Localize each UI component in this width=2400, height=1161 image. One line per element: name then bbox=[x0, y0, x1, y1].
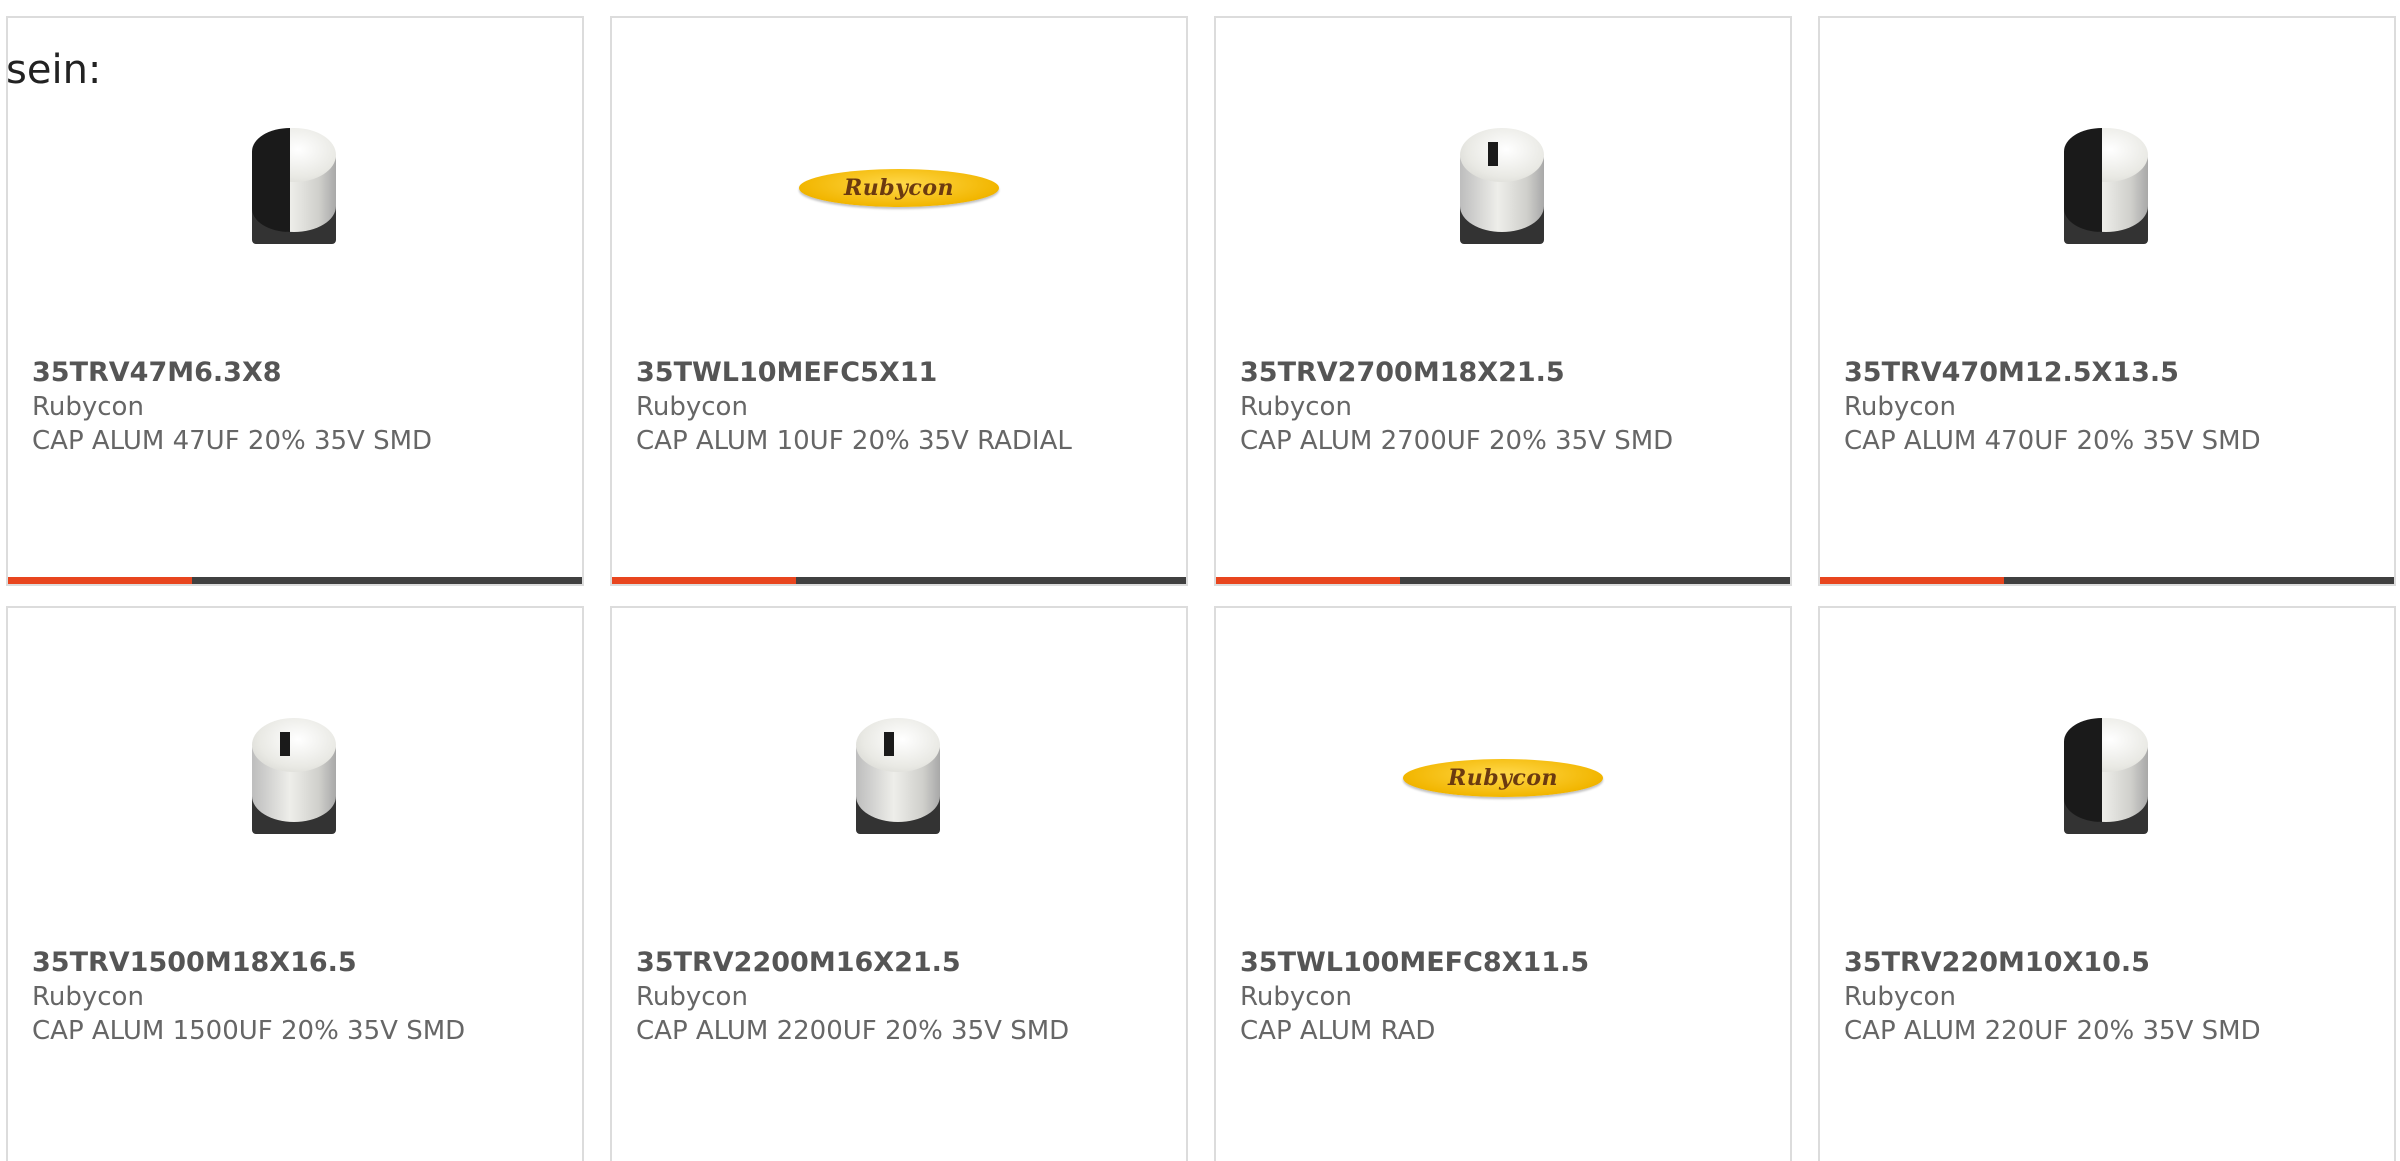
product-description: CAP ALUM 470UF 20% 35V SMD bbox=[1844, 426, 2261, 456]
manufacturer-label: Rubycon bbox=[1844, 982, 1956, 1012]
product-description: CAP ALUM 220UF 20% 35V SMD bbox=[1844, 1016, 2261, 1046]
part-number-link[interactable]: 35TRV470M12.5X13.5 bbox=[1844, 356, 2370, 390]
product-image[interactable] bbox=[1820, 88, 2394, 288]
card-progress-fill bbox=[1216, 577, 1400, 584]
product-image[interactable]: Rubycon bbox=[1216, 678, 1790, 878]
product-image[interactable] bbox=[8, 678, 582, 878]
manufacturer-label: Rubycon bbox=[636, 982, 748, 1012]
part-number-link[interactable]: 35TRV220M10X10.5 bbox=[1844, 946, 2370, 980]
product-card[interactable]: 35TRV2700M18X21.5 Rubycon CAP ALUM 2700U… bbox=[1214, 16, 1792, 586]
product-card[interactable]: 35TRV220M10X10.5 Rubycon CAP ALUM 220UF … bbox=[1818, 606, 2396, 1161]
capacitor-side-stripe-icon bbox=[2052, 118, 2162, 258]
part-number-link[interactable]: 35TWL100MEFC8X11.5 bbox=[1240, 946, 1766, 980]
product-card[interactable]: 35TRV47M6.3X8 Rubycon CAP ALUM 47UF 20% … bbox=[6, 16, 584, 586]
product-card[interactable]: Rubycon 35TWL10MEFC5X11 Rubycon CAP ALUM… bbox=[610, 16, 1188, 586]
product-image[interactable]: Rubycon bbox=[612, 88, 1186, 288]
rubycon-logo: Rubycon bbox=[1403, 759, 1603, 797]
product-description: CAP ALUM 2700UF 20% 35V SMD bbox=[1240, 426, 1674, 456]
rubycon-logo: Rubycon bbox=[799, 169, 999, 207]
product-grid-page: sein: 35TRV47M6.3X8 Rubycon CAP ALUM 47U… bbox=[0, 0, 2400, 1161]
card-progress-fill bbox=[1820, 577, 2004, 584]
manufacturer-label: Rubycon bbox=[1844, 392, 1956, 422]
product-description: CAP ALUM 10UF 20% 35V RADIAL bbox=[636, 426, 1072, 456]
card-progress-fill bbox=[8, 577, 192, 584]
card-progress-fill bbox=[612, 577, 796, 584]
manufacturer-label: Rubycon bbox=[32, 982, 144, 1012]
part-number-link[interactable]: 35TRV2700M18X21.5 bbox=[1240, 356, 1766, 390]
capacitor-top-mark-icon bbox=[240, 708, 350, 848]
product-card[interactable]: 35TRV1500M18X16.5 Rubycon CAP ALUM 1500U… bbox=[6, 606, 584, 1161]
capacitor-side-stripe-icon bbox=[2052, 708, 2162, 848]
product-card[interactable]: 35TRV2200M16X21.5 Rubycon CAP ALUM 2200U… bbox=[610, 606, 1188, 1161]
product-image[interactable] bbox=[1216, 88, 1790, 288]
product-description: CAP ALUM 2200UF 20% 35V SMD bbox=[636, 1016, 1070, 1046]
section-heading: sein: bbox=[6, 47, 102, 93]
manufacturer-label: Rubycon bbox=[32, 392, 144, 422]
product-image[interactable] bbox=[1820, 678, 2394, 878]
part-number-link[interactable]: 35TRV1500M18X16.5 bbox=[32, 946, 558, 980]
manufacturer-label: Rubycon bbox=[636, 392, 748, 422]
part-number-link[interactable]: 35TWL10MEFC5X11 bbox=[636, 356, 1162, 390]
product-card[interactable]: Rubycon 35TWL100MEFC8X11.5 Rubycon CAP A… bbox=[1214, 606, 1792, 1161]
product-image[interactable] bbox=[8, 88, 582, 288]
logo-text: Rubycon bbox=[1447, 765, 1558, 791]
product-description: CAP ALUM 47UF 20% 35V SMD bbox=[32, 426, 433, 456]
card-progress-bar bbox=[1216, 577, 1790, 584]
product-image[interactable] bbox=[612, 678, 1186, 878]
product-description: CAP ALUM 1500UF 20% 35V SMD bbox=[32, 1016, 466, 1046]
capacitor-top-mark-icon bbox=[1448, 118, 1558, 258]
manufacturer-label: Rubycon bbox=[1240, 982, 1352, 1012]
card-progress-bar bbox=[1820, 577, 2394, 584]
product-card[interactable]: 35TRV470M12.5X13.5 Rubycon CAP ALUM 470U… bbox=[1818, 16, 2396, 586]
capacitor-side-stripe-icon bbox=[240, 118, 350, 258]
logo-text: Rubycon bbox=[843, 175, 954, 201]
part-number-link[interactable]: 35TRV47M6.3X8 bbox=[32, 356, 558, 390]
card-progress-bar bbox=[612, 577, 1186, 584]
capacitor-top-mark-icon bbox=[844, 708, 954, 848]
part-number-link[interactable]: 35TRV2200M16X21.5 bbox=[636, 946, 1162, 980]
card-progress-bar bbox=[8, 577, 582, 584]
product-description: CAP ALUM RAD bbox=[1240, 1016, 1436, 1046]
manufacturer-label: Rubycon bbox=[1240, 392, 1352, 422]
